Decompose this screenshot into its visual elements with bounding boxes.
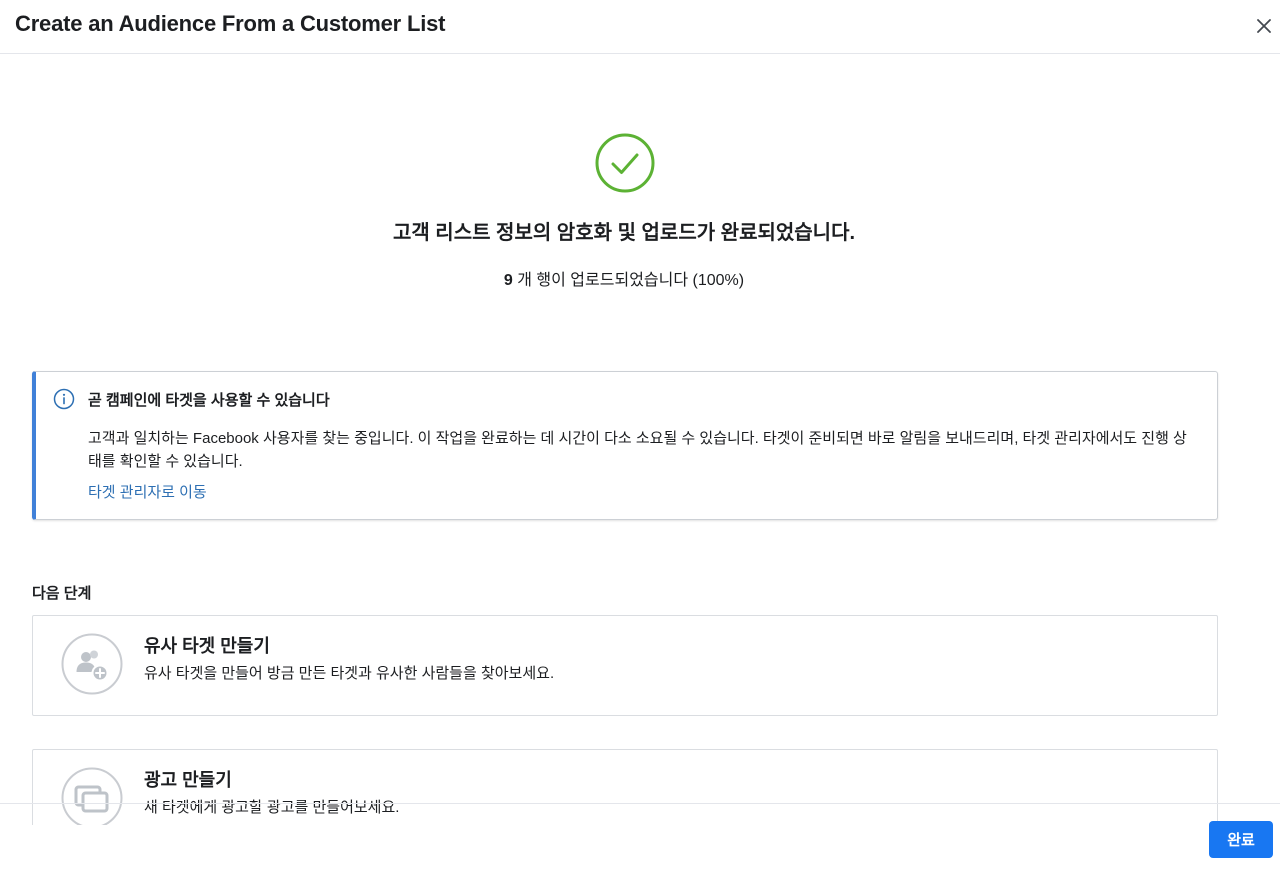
- next-steps-heading: 다음 단계: [32, 585, 92, 602]
- info-body: 고객과 일치하는 Facebook 사용자를 찾는 중입니다. 이 작업을 완료…: [88, 430, 1187, 470]
- modal-header: Create an Audience From a Customer List: [0, 0, 1280, 54]
- step-description: 유사 타겟을 만들어 방금 만든 타겟과 유사한 사람들을 찾아보세요.: [144, 665, 555, 682]
- step-title: 유사 타겟 만들기: [144, 636, 270, 656]
- upload-status-text: 개 행이 업로드되었습니다 (100%): [512, 272, 745, 289]
- info-title: 곧 캠페인에 타겟을 사용할 수 있습니다: [88, 392, 330, 409]
- create-lookalike-card[interactable]: 유사 타겟 만들기 유사 타겟을 만들어 방금 만든 타겟과 유사한 사람들을 …: [32, 615, 1218, 716]
- check-circle-icon: [595, 133, 655, 193]
- row-count: 9: [503, 272, 513, 289]
- people-add-icon: [61, 633, 123, 695]
- footer-background: [0, 825, 1280, 870]
- upload-status: 9 개 행이 업로드되었습니다 (100%): [0, 266, 1248, 290]
- close-button[interactable]: [1252, 14, 1276, 38]
- info-icon: [53, 388, 75, 410]
- audience-manager-link[interactable]: 타겟 관리자로 이동: [88, 481, 207, 502]
- close-icon: [1257, 19, 1271, 33]
- step-title: 광고 만들기: [144, 770, 232, 790]
- info-notice: 곧 캠페인에 타겟을 사용할 수 있습니다 고객과 일치하는 Facebook …: [32, 371, 1218, 520]
- success-title: 고객 리스트 정보의 암호화 및 업로드가 완료되었습니다.: [392, 222, 856, 244]
- modal-title: Create an Audience From a Customer List: [15, 11, 446, 36]
- done-button[interactable]: 완료: [1209, 821, 1273, 858]
